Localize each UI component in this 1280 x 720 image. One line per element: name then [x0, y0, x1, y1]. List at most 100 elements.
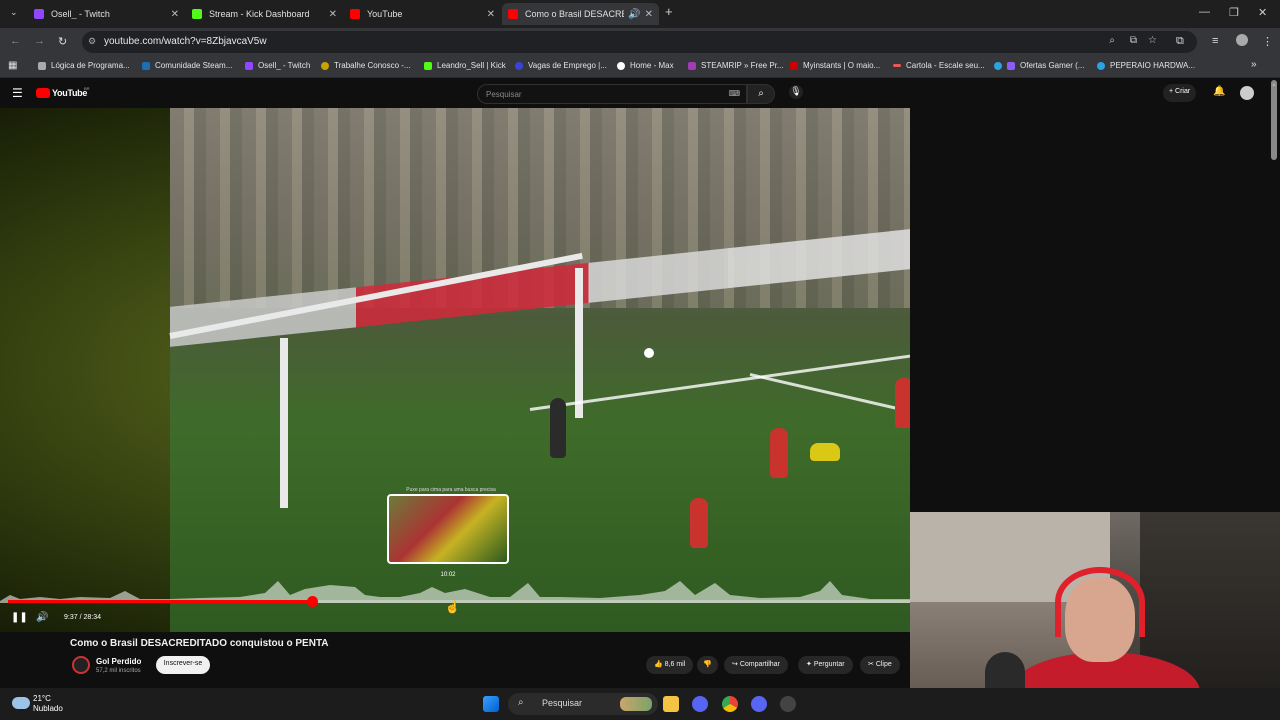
install-icon[interactable]: ⧉	[1130, 35, 1137, 46]
search-input[interactable]: Pesquisar ⌨	[477, 84, 747, 104]
forward-icon[interactable]: →	[34, 35, 45, 47]
tab-title: YouTube	[367, 9, 403, 19]
thumbs-up-icon: 👍	[654, 661, 665, 668]
share-button[interactable]: ↪ Compartilhar	[724, 656, 788, 674]
address-toolbar: ← → ↻ ⚙ youtube.com/watch?v=8ZbjavcaV5w …	[0, 28, 1280, 56]
close-icon[interactable]: ✕	[171, 9, 179, 20]
profile-avatar[interactable]	[1236, 34, 1248, 46]
close-icon[interactable]: ✕	[329, 9, 337, 20]
bookmark-item[interactable]: Vagas de Emprego |...	[515, 61, 607, 70]
video-info: Como o Brasil DESACREDITADO conquistou o…	[0, 632, 910, 688]
bookmark-item[interactable]: Ofertas Gamer (...	[994, 61, 1084, 70]
more-bookmarks-icon[interactable]: »	[1251, 59, 1257, 70]
keyboard-icon[interactable]: ⌨	[728, 89, 740, 98]
site-info-icon[interactable]: ⚙	[88, 36, 96, 47]
close-window-button[interactable]: ✕	[1258, 6, 1267, 19]
subscribe-button[interactable]: Inscrever-se	[156, 656, 210, 674]
bookmarks-bar: ▦ Lógica de Programa... Comunidade Steam…	[0, 56, 1280, 78]
tab-twitch[interactable]: Osell_ - Twitch ✕	[28, 3, 185, 25]
menu-icon[interactable]: ⋮	[1262, 35, 1273, 48]
weather-condition: Nublado	[33, 704, 63, 713]
bookmark-item[interactable]: Lógica de Programa...	[38, 61, 130, 70]
video-frame[interactable]	[169, 108, 910, 632]
search-icon: ⌕	[518, 697, 524, 708]
channel-avatar[interactable]	[72, 656, 90, 674]
subscriber-count: 57,2 mil inscritos	[96, 668, 141, 674]
bookmark-item[interactable]: Comunidade Steam...	[142, 61, 232, 70]
windows-taskbar: 21°C Nublado ⌕ Pesquisar	[0, 688, 1280, 720]
goalkeeper-figure	[550, 398, 566, 458]
discord-alt-icon[interactable]	[751, 696, 767, 712]
search-icon: ⌕	[758, 88, 764, 99]
close-icon[interactable]: ✕	[645, 9, 653, 20]
media-icon[interactable]: ≡	[1212, 35, 1218, 47]
extensions-icon[interactable]: ⧉	[1176, 35, 1184, 48]
dislike-button[interactable]: 👎	[697, 656, 718, 674]
minimize-button[interactable]: —	[1199, 6, 1210, 18]
bookmark-star-icon[interactable]: ☆	[1148, 35, 1157, 46]
ask-button[interactable]: ✦ Perguntar	[798, 656, 853, 674]
audio-icon[interactable]: 🔊	[628, 9, 640, 20]
tab-title: Osell_ - Twitch	[51, 9, 110, 19]
bookmark-item[interactable]: STEAMRIP » Free Pr...	[688, 61, 784, 70]
globe-icon	[321, 61, 329, 70]
new-tab-button[interactable]: +	[665, 4, 673, 19]
back-icon[interactable]: ←	[10, 35, 21, 47]
bookmark-label: Myinstants | O maio...	[803, 61, 881, 70]
bookmark-item[interactable]: Leandro_Sell | Kick	[424, 61, 506, 70]
pause-icon[interactable]: ❚❚	[11, 612, 28, 623]
windows-start-icon[interactable]	[483, 696, 499, 712]
bookmark-label: Vagas de Emprego |...	[528, 61, 607, 70]
tab-kick[interactable]: Stream - Kick Dashboard ✕	[186, 3, 343, 25]
bookmark-item[interactable]: Trabalhe Conosco -...	[321, 61, 411, 70]
volume-icon[interactable]: 🔊	[36, 612, 48, 623]
close-icon[interactable]: ✕	[487, 9, 495, 20]
progress-played[interactable]	[8, 600, 312, 603]
discord-icon[interactable]	[692, 696, 708, 712]
tab-search-icon[interactable]: ⌄	[10, 7, 18, 18]
ball	[644, 348, 654, 358]
bookmark-label: STEAMRIP » Free Pr...	[701, 61, 784, 70]
bookmark-label: Lógica de Programa...	[51, 61, 130, 70]
bookmark-item[interactable]: Myinstants | O maio...	[790, 61, 880, 70]
youtube-logo-icon[interactable]	[36, 88, 50, 98]
file-explorer-icon[interactable]	[663, 696, 679, 712]
hamburger-menu-icon[interactable]: ☰	[12, 86, 23, 100]
youtube-logo-text[interactable]: YouTube	[52, 88, 87, 98]
bookmark-item[interactable]: Cartola - Escale seu...	[893, 61, 985, 70]
video-player[interactable]: Puxe para cima para uma busca precisa 10…	[0, 108, 910, 632]
taskbar-search[interactable]: ⌕ Pesquisar	[508, 693, 658, 715]
maximize-button[interactable]: ❐	[1229, 6, 1239, 19]
tab-video[interactable]: Como o Brasil DESACREDITADO 🔊 ✕	[502, 3, 659, 25]
youtube-header: ☰ YouTube BR Pesquisar ⌨ ⌕ 🎙 + Criar 🔔	[0, 78, 1280, 108]
search-button[interactable]: ⌕	[747, 84, 775, 104]
like-button[interactable]: 👍 8,6 mil	[646, 656, 694, 674]
bookmark-item[interactable]: Home - Max	[617, 61, 674, 70]
scissors-icon: ✂	[868, 661, 876, 668]
bookmark-item[interactable]: Osell_ - Twitch	[245, 61, 310, 70]
channel-name[interactable]: Gol Perdido	[96, 657, 141, 666]
zoom-icon[interactable]: ⌕	[1109, 35, 1115, 46]
account-avatar[interactable]	[1240, 86, 1254, 100]
url-field[interactable]: ⚙ youtube.com/watch?v=8ZbjavcaV5w ⌕ ⧉ ☆	[82, 31, 1197, 53]
heatmap-graph	[0, 581, 910, 603]
microphone-icon[interactable]: 🎙	[789, 85, 803, 99]
scroll-up-icon[interactable]: ▲	[1271, 82, 1277, 88]
cloud-icon	[12, 697, 30, 709]
bookmark-item[interactable]: PEPERAIO HARDWA...	[1097, 61, 1195, 70]
create-label: Criar	[1175, 88, 1191, 95]
steam-icon[interactable]	[780, 696, 796, 712]
scrubber-handle[interactable]	[307, 596, 318, 607]
player-figure	[690, 498, 708, 548]
weather-widget[interactable]: 21°C Nublado	[33, 694, 63, 714]
tab-youtube[interactable]: YouTube ✕	[344, 3, 501, 25]
page-scrollbar[interactable]	[1271, 80, 1277, 160]
notifications-bell-icon[interactable]: 🔔	[1213, 86, 1225, 97]
apps-icon[interactable]: ▦	[8, 60, 17, 71]
clip-button[interactable]: ✂ Clipe	[860, 656, 900, 674]
create-button[interactable]: + Criar	[1163, 84, 1197, 102]
share-label: Compartilhar	[739, 661, 780, 668]
chrome-icon[interactable]	[722, 696, 738, 712]
reload-icon[interactable]: ↻	[58, 35, 67, 48]
bookmark-label: Leandro_Sell | Kick	[437, 61, 506, 70]
